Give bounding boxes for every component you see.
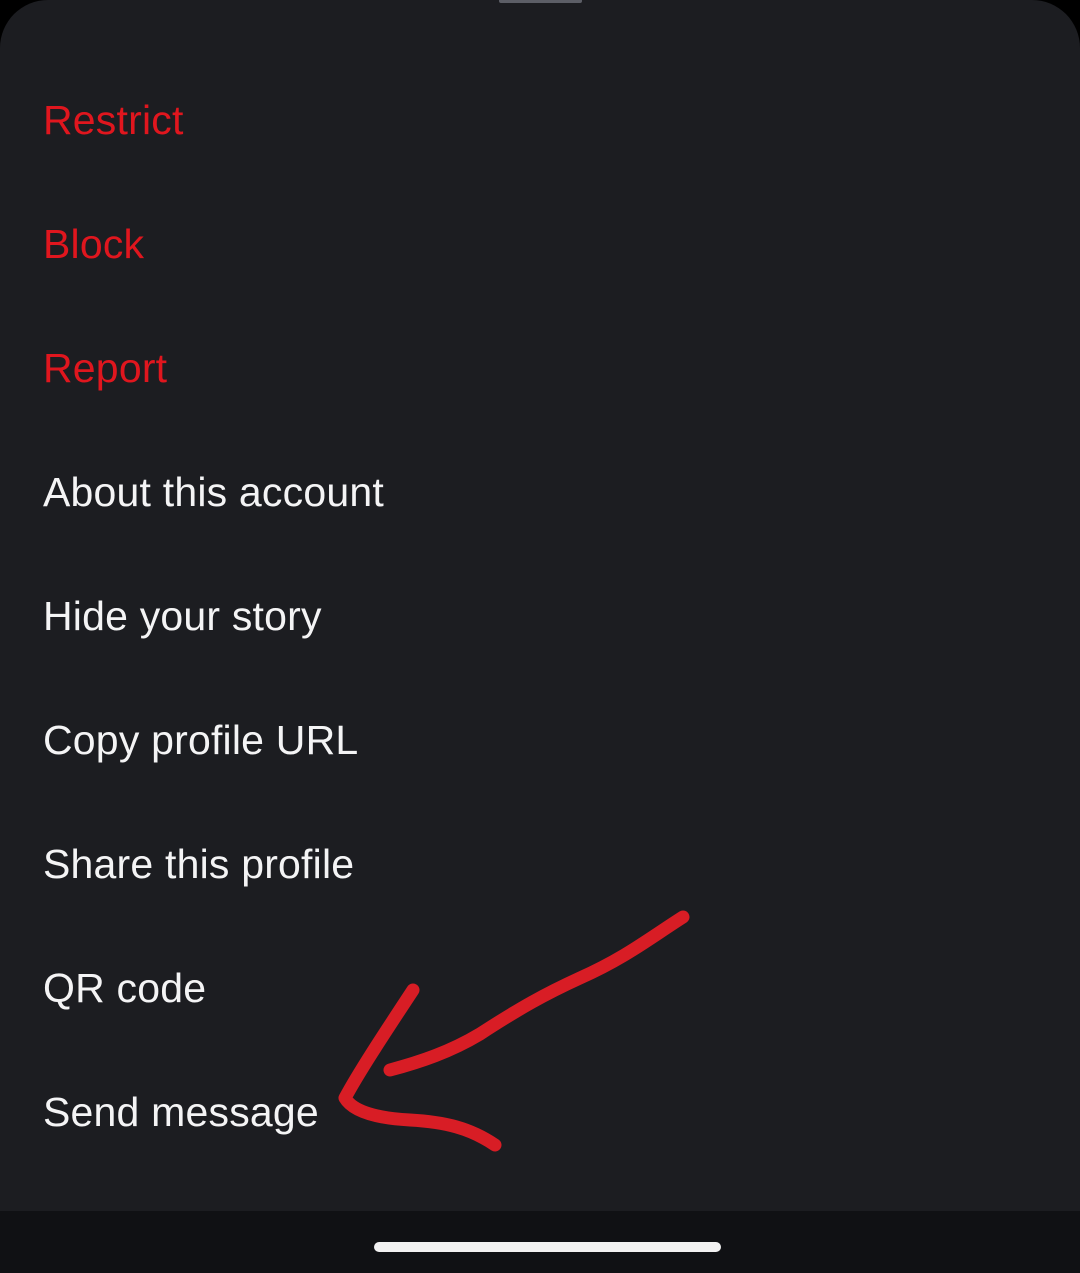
drag-handle[interactable] (499, 0, 582, 3)
bottom-sheet: Restrict Block Report About this account… (0, 0, 1080, 1211)
menu-item-share-this-profile[interactable]: Share this profile (0, 802, 1080, 926)
profile-options-menu: Restrict Block Report About this account… (0, 58, 1080, 1174)
menu-item-block[interactable]: Block (0, 182, 1080, 306)
home-indicator[interactable] (374, 1242, 721, 1252)
system-navigation-bar (0, 1211, 1080, 1273)
menu-item-report[interactable]: Report (0, 306, 1080, 430)
menu-item-send-message[interactable]: Send message (0, 1050, 1080, 1174)
menu-item-about-this-account[interactable]: About this account (0, 430, 1080, 554)
menu-item-qr-code[interactable]: QR code (0, 926, 1080, 1050)
menu-item-restrict[interactable]: Restrict (0, 58, 1080, 182)
menu-item-copy-profile-url[interactable]: Copy profile URL (0, 678, 1080, 802)
menu-item-hide-your-story[interactable]: Hide your story (0, 554, 1080, 678)
